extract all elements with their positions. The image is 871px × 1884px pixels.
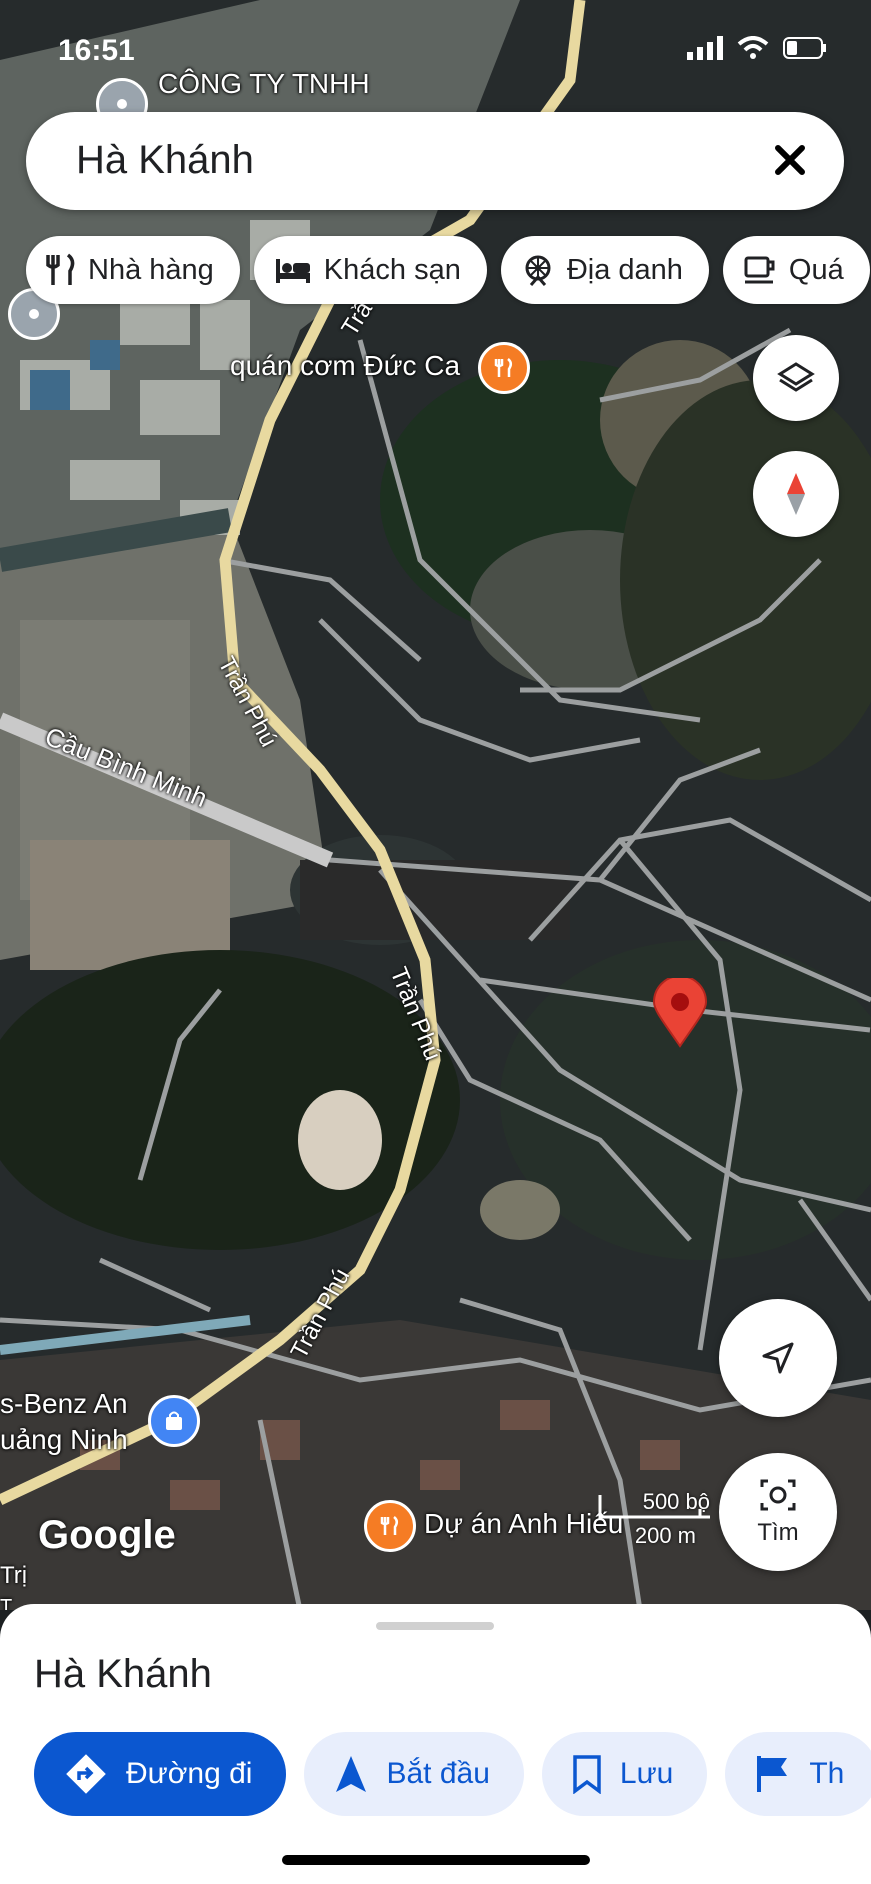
action-buttons: Đường đi Bắt đầu Lưu Th <box>34 1732 871 1816</box>
clear-search-button[interactable] <box>764 134 816 186</box>
lens-label: Tìm <box>757 1519 799 1546</box>
dealer-label[interactable]: uảng Ninh <box>0 1424 128 1456</box>
wifi-icon <box>737 36 769 59</box>
layers-button[interactable] <box>753 335 839 421</box>
drag-handle[interactable] <box>376 1622 494 1630</box>
location-dot-icon <box>117 99 127 109</box>
restaurant-label[interactable]: quán cơm Đức Ca <box>230 350 460 382</box>
scale-bar: 500 bộ 200 m <box>560 1487 720 1548</box>
dealer-label[interactable]: s-Benz An <box>0 1388 128 1420</box>
chip-label: Khách sạn <box>323 253 461 286</box>
directions-icon <box>66 1754 106 1794</box>
chip-cafes[interactable]: Quá <box>722 236 870 304</box>
flag-button[interactable]: Th <box>725 1732 871 1816</box>
dropped-pin[interactable] <box>652 975 708 1053</box>
close-icon <box>775 145 805 175</box>
action-label: Th <box>809 1757 845 1790</box>
save-button[interactable]: Lưu <box>541 1732 708 1816</box>
edge-label: T <box>0 1596 13 1610</box>
hotel-icon <box>275 259 310 283</box>
status-bar: 16:51 <box>0 30 871 70</box>
flag-icon <box>757 1756 788 1792</box>
compass-button[interactable] <box>753 451 839 537</box>
chip-label: Địa danh <box>566 253 683 286</box>
chip-label: Nhà hàng <box>88 253 214 286</box>
restaurant-marker[interactable] <box>364 1500 416 1552</box>
camera-search-icon <box>760 1479 796 1511</box>
my-location-button[interactable] <box>719 1299 837 1417</box>
restaurant-marker[interactable] <box>478 342 530 394</box>
category-chips: Nhà hàng Khách sạn Địa danh Quá <box>26 236 870 304</box>
directions-button[interactable]: Đường đi <box>34 1732 287 1816</box>
chip-attractions[interactable]: Địa danh <box>500 236 709 304</box>
chip-hotels[interactable]: Khách sạn <box>253 236 487 304</box>
start-button[interactable]: Bắt đầu <box>304 1732 524 1816</box>
battery-icon <box>783 37 826 59</box>
layers-icon <box>777 362 815 392</box>
bottom-sheet[interactable]: Hà Khánh Đường đi Bắt đầu Lưu Th <box>0 1604 871 1884</box>
chip-label: Quá <box>788 253 844 286</box>
edge-label: Trị <box>0 1562 28 1589</box>
action-label: Đường đi <box>126 1757 253 1790</box>
place-title: Hà Khánh <box>34 1652 212 1696</box>
home-indicator[interactable] <box>282 1855 590 1865</box>
compass-icon <box>787 473 805 515</box>
fork-knife-icon <box>494 358 512 377</box>
company-label[interactable]: CÔNG TY TNHH <box>158 68 370 100</box>
bookmark-icon <box>573 1755 601 1794</box>
location-dot-icon <box>29 309 39 319</box>
fork-knife-icon <box>380 1516 398 1535</box>
search-query[interactable]: Hà Khánh <box>76 138 254 183</box>
chip-restaurants[interactable]: Nhà hàng <box>26 236 240 304</box>
signal-icon <box>687 36 723 60</box>
scale-line <box>598 1495 710 1519</box>
navigation-icon <box>336 1756 367 1792</box>
location-pin-icon <box>652 975 708 1048</box>
clock: 16:51 <box>58 34 135 67</box>
action-label: Bắt đầu <box>386 1757 490 1790</box>
shopping-bag-icon <box>166 1411 182 1430</box>
restaurant-icon <box>46 253 75 285</box>
search-bar[interactable]: Hà Khánh <box>26 112 844 210</box>
shop-marker[interactable] <box>148 1395 200 1447</box>
navigation-arrow-icon <box>762 1342 794 1374</box>
attraction-icon <box>525 255 551 286</box>
cafe-icon <box>744 256 775 284</box>
google-attribution: Google <box>38 1513 176 1557</box>
action-label: Lưu <box>619 1757 674 1790</box>
lens-search-button[interactable]: Tìm <box>719 1453 837 1571</box>
